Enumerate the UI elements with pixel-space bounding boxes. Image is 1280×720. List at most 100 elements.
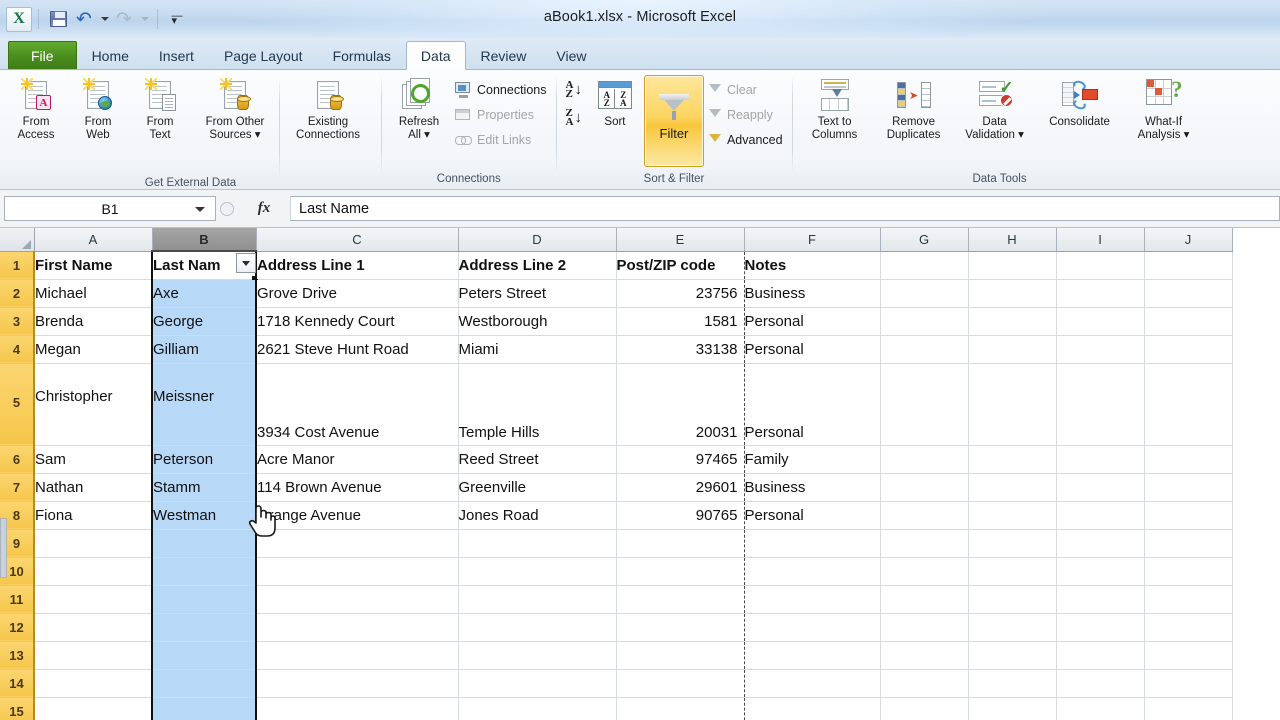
table-row[interactable]: 6 Sam Peterson Acre Manor Reed Street 97… bbox=[0, 445, 1232, 473]
column-header-i[interactable]: I bbox=[1056, 228, 1144, 251]
table-row[interactable]: 11 bbox=[0, 585, 1232, 613]
column-header-j[interactable]: J bbox=[1144, 228, 1232, 251]
cell-c1[interactable]: Address Line 1 bbox=[256, 251, 458, 279]
filter-dropdown-icon[interactable] bbox=[236, 253, 256, 273]
cell-f12[interactable] bbox=[744, 613, 880, 641]
cell-i2[interactable] bbox=[1056, 279, 1144, 307]
cell-j8[interactable] bbox=[1144, 501, 1232, 529]
column-header-row[interactable]: A B C D E F G H I J bbox=[0, 228, 1232, 251]
cell-j3[interactable] bbox=[1144, 307, 1232, 335]
cell-b7[interactable]: Stamm bbox=[152, 473, 256, 501]
tab-home[interactable]: Home bbox=[77, 42, 144, 69]
table-row[interactable]: 4 Megan Gilliam 2621 Steve Hunt Road Mia… bbox=[0, 335, 1232, 363]
cell-i3[interactable] bbox=[1056, 307, 1144, 335]
cell-b4[interactable]: Gilliam bbox=[152, 335, 256, 363]
cell-h7[interactable] bbox=[968, 473, 1056, 501]
cell-b6[interactable]: Peterson bbox=[152, 445, 256, 473]
insert-function-icon[interactable]: fx bbox=[238, 200, 290, 217]
cell-f1[interactable]: Notes bbox=[744, 251, 880, 279]
column-header-a[interactable]: A bbox=[34, 228, 152, 251]
cell-e2[interactable]: 23756 bbox=[616, 279, 744, 307]
cell-a5[interactable]: Christopher bbox=[34, 363, 152, 445]
cell-e12[interactable] bbox=[616, 613, 744, 641]
sort-descending-icon[interactable]: ZA↓ bbox=[566, 109, 582, 127]
table-row[interactable]: 9 bbox=[0, 529, 1232, 557]
cell-i4[interactable] bbox=[1056, 335, 1144, 363]
cell-b1[interactable]: Last Nam bbox=[152, 251, 256, 279]
cell-c9[interactable] bbox=[256, 529, 458, 557]
cell-i9[interactable] bbox=[1056, 529, 1144, 557]
cell-d2[interactable]: Peters Street bbox=[458, 279, 616, 307]
cell-a1[interactable]: First Name bbox=[34, 251, 152, 279]
cell-j9[interactable] bbox=[1144, 529, 1232, 557]
row-header-2[interactable]: 2 bbox=[0, 279, 34, 307]
cell-g4[interactable] bbox=[880, 335, 968, 363]
remove-duplicates-button[interactable]: ➤ Remove Duplicates bbox=[872, 73, 956, 142]
cell-i13[interactable] bbox=[1056, 641, 1144, 669]
cell-a2[interactable]: Michael bbox=[34, 279, 152, 307]
cell-h9[interactable] bbox=[968, 529, 1056, 557]
table-row[interactable]: 3 Brenda George 1718 Kennedy Court Westb… bbox=[0, 307, 1232, 335]
spreadsheet-grid[interactable]: A B C D E F G H I J 1 First Name Last Na… bbox=[0, 228, 1280, 720]
cell-h5[interactable] bbox=[968, 363, 1056, 445]
cell-j15[interactable] bbox=[1144, 697, 1232, 720]
name-box-dropdown-icon[interactable] bbox=[195, 207, 205, 212]
cell-e15[interactable] bbox=[616, 697, 744, 720]
cell-f4[interactable]: Personal bbox=[744, 335, 880, 363]
cell-c15[interactable] bbox=[256, 697, 458, 720]
cell-i7[interactable] bbox=[1056, 473, 1144, 501]
cell-g5[interactable] bbox=[880, 363, 968, 445]
cell-c10[interactable] bbox=[256, 557, 458, 585]
cell-d1[interactable]: Address Line 2 bbox=[458, 251, 616, 279]
cell-j14[interactable] bbox=[1144, 669, 1232, 697]
cell-e14[interactable] bbox=[616, 669, 744, 697]
cell-f11[interactable] bbox=[744, 585, 880, 613]
row-header-5[interactable]: 5 bbox=[0, 363, 34, 445]
cell-e6[interactable]: 97465 bbox=[616, 445, 744, 473]
cell-c14[interactable] bbox=[256, 669, 458, 697]
formula-bar-expand[interactable] bbox=[216, 196, 238, 221]
from-text-button[interactable]: From Text bbox=[129, 73, 191, 142]
cell-b8[interactable]: Westman bbox=[152, 501, 256, 529]
filter-button[interactable]: Filter bbox=[644, 75, 704, 167]
cell-g12[interactable] bbox=[880, 613, 968, 641]
cell-b9[interactable] bbox=[152, 529, 256, 557]
cell-g10[interactable] bbox=[880, 557, 968, 585]
cell-h12[interactable] bbox=[968, 613, 1056, 641]
cell-h10[interactable] bbox=[968, 557, 1056, 585]
table-row[interactable]: 2 Michael Axe Grove Drive Peters Street … bbox=[0, 279, 1232, 307]
cell-i1[interactable] bbox=[1056, 251, 1144, 279]
tab-file[interactable]: File bbox=[8, 41, 77, 69]
cell-a4[interactable]: Megan bbox=[34, 335, 152, 363]
cell-i11[interactable] bbox=[1056, 585, 1144, 613]
cell-g13[interactable] bbox=[880, 641, 968, 669]
data-validation-button[interactable]: ✓ Data Validation ▾ bbox=[956, 73, 1034, 142]
cell-g3[interactable] bbox=[880, 307, 968, 335]
cell-g2[interactable] bbox=[880, 279, 968, 307]
cell-d12[interactable] bbox=[458, 613, 616, 641]
cell-d15[interactable] bbox=[458, 697, 616, 720]
cell-d10[interactable] bbox=[458, 557, 616, 585]
row-header-15[interactable]: 15 bbox=[0, 697, 34, 720]
cell-b10[interactable] bbox=[152, 557, 256, 585]
cell-d4[interactable]: Miami bbox=[458, 335, 616, 363]
cell-e9[interactable] bbox=[616, 529, 744, 557]
cell-a15[interactable] bbox=[34, 697, 152, 720]
column-header-b[interactable]: B bbox=[152, 228, 256, 251]
cell-b14[interactable] bbox=[152, 669, 256, 697]
cell-i12[interactable] bbox=[1056, 613, 1144, 641]
cell-d5[interactable]: Temple Hills bbox=[458, 363, 616, 445]
cell-b2[interactable]: Axe bbox=[152, 279, 256, 307]
cell-c4[interactable]: 2621 Steve Hunt Road bbox=[256, 335, 458, 363]
cell-d6[interactable]: Reed Street bbox=[458, 445, 616, 473]
cell-i10[interactable] bbox=[1056, 557, 1144, 585]
table-row[interactable]: 10 bbox=[0, 557, 1232, 585]
text-to-columns-button[interactable]: Text to Columns bbox=[798, 73, 872, 142]
table-row[interactable]: 13 bbox=[0, 641, 1232, 669]
column-header-g[interactable]: G bbox=[880, 228, 968, 251]
cell-a8[interactable]: Fiona bbox=[34, 501, 152, 529]
column-header-h[interactable]: H bbox=[968, 228, 1056, 251]
cell-c13[interactable] bbox=[256, 641, 458, 669]
column-header-d[interactable]: D bbox=[458, 228, 616, 251]
row-header-13[interactable]: 13 bbox=[0, 641, 34, 669]
